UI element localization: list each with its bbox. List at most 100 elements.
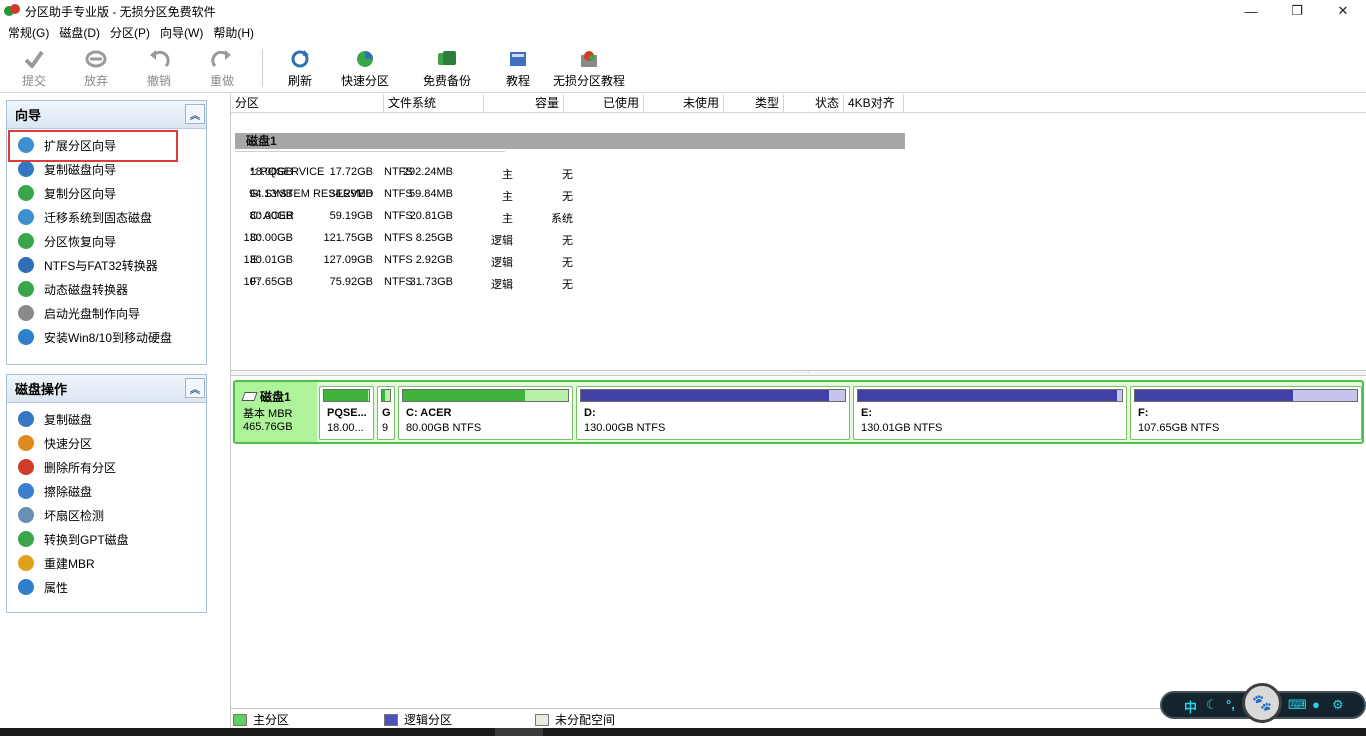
table-row[interactable]: E: NTFS 130.01GB 127.09GB 2.92GB 逻辑无 xyxy=(231,250,871,272)
col-filesystem[interactable]: 文件系统 xyxy=(384,94,484,113)
disk-op-item-7[interactable]: 属性 xyxy=(7,575,206,599)
minimize-button[interactable]: — xyxy=(1228,0,1274,22)
quick-partition-button[interactable]: 快速分区 xyxy=(325,43,405,91)
col-type[interactable]: 类型 xyxy=(724,94,784,113)
main-area: 分区 文件系统 容量 已使用 未使用 类型 状态 4KB对齐 磁盘1 *: PQ… xyxy=(230,94,1366,728)
usage-fill xyxy=(1135,390,1293,401)
wizard-item-3[interactable]: 迁移系统到固态磁盘 xyxy=(7,205,206,229)
table-row[interactable]: *: PQSERVICE NTFS 18.00GB 17.72GB 292.24MB 主无 xyxy=(231,162,871,184)
close-button[interactable]: ✕ xyxy=(1320,0,1366,22)
disk-operations-header: 磁盘操作 ︽ xyxy=(7,375,206,403)
redo-button[interactable]: 重做 xyxy=(194,43,250,91)
disk-op-item-2[interactable]: 删除所有分区 xyxy=(7,455,206,479)
discard-button[interactable]: 放弃 xyxy=(68,43,124,91)
rebuild-mbr-icon xyxy=(18,555,34,571)
legend-unallocated: 未分配空间 xyxy=(535,711,615,728)
quick-partition-icon xyxy=(354,49,376,69)
partition-block-size: 130.00GB NTFS xyxy=(584,422,666,434)
boot-cd-icon xyxy=(18,305,34,321)
wizard-item-label: 迁移系统到固态磁盘 xyxy=(44,210,153,225)
menu-general[interactable]: 常规(G) xyxy=(3,24,54,41)
partition-block[interactable]: E: 130.01GB NTFS xyxy=(853,386,1127,440)
partition-block-name: D: xyxy=(584,407,596,419)
wizard-item-4[interactable]: 分区恢复向导 xyxy=(7,229,206,253)
col-status[interactable]: 状态 xyxy=(784,94,844,113)
cell-status: 无 xyxy=(562,235,573,247)
table-row[interactable]: F: NTFS 107.65GB 75.92GB 31.73GB 逻辑无 xyxy=(231,272,871,294)
collapse-disk-ops-button[interactable]: ︽ xyxy=(185,378,205,398)
wizard-item-7[interactable]: 启动光盘制作向导 xyxy=(7,301,206,325)
disk-op-item-5[interactable]: 转换到GPT磁盘 xyxy=(7,527,206,551)
ime-toolbar-widget[interactable]: 中 ☾ °, 🐾 ⌨ ● ⚙ xyxy=(1160,683,1366,727)
usage-bar xyxy=(402,389,569,402)
taskbar-segment xyxy=(495,728,543,736)
legend-logical-swatch xyxy=(384,713,398,726)
menu-disk[interactable]: 磁盘(D) xyxy=(54,24,105,41)
disk-op-item-label: 转换到GPT磁盘 xyxy=(44,532,129,547)
disk-op-item-0[interactable]: 复制磁盘 xyxy=(7,407,206,431)
settings-icon[interactable]: ⚙ xyxy=(1332,697,1344,713)
wizard-item-label: 复制分区向导 xyxy=(44,186,117,201)
disk-op-item-1[interactable]: 快速分区 xyxy=(7,431,206,455)
cell-used: 127.09GB xyxy=(323,254,373,266)
usage-fill xyxy=(382,390,385,401)
free-backup-button[interactable]: 免费备份 xyxy=(405,43,489,91)
wizard-item-2[interactable]: 复制分区向导 xyxy=(7,181,206,205)
menu-help[interactable]: 帮助(H) xyxy=(208,24,259,41)
table-row[interactable]: G: SYSTEM RESERVED NTFS 94.13MB 34.29MB 59.8… xyxy=(231,184,871,206)
partition-block-name: C: ACER xyxy=(406,407,452,419)
undo-icon xyxy=(148,49,170,69)
tutorial-button[interactable]: 教程 xyxy=(489,43,547,91)
refresh-button[interactable]: 刷新 xyxy=(275,43,325,91)
undo-button[interactable]: 撤销 xyxy=(124,43,194,91)
cell-capacity: 80.00GB xyxy=(249,210,293,222)
cell-fs: NTFS xyxy=(384,276,413,288)
partition-block[interactable]: C: ACER 80.00GB NTFS xyxy=(398,386,573,440)
disk-op-item-3[interactable]: 擦除磁盘 xyxy=(7,479,206,503)
wizard-panel-title: 向导 xyxy=(15,108,42,123)
commit-button[interactable]: 提交 xyxy=(0,43,68,91)
col-partition[interactable]: 分区 xyxy=(231,94,384,113)
wipe-disk-icon xyxy=(18,483,34,499)
pane-splitter[interactable]: · · · · · xyxy=(231,370,1366,376)
lossless-tutorial-button[interactable]: 无损分区教程 xyxy=(547,43,631,91)
disk-group-header[interactable]: 磁盘1 xyxy=(235,133,905,149)
paw-icon[interactable]: 🐾 xyxy=(1242,683,1282,723)
menu-bar: 常规(G) 磁盘(D) 分区(P) 向导(W) 帮助(H) xyxy=(0,22,1366,43)
wizard-item-6[interactable]: 动态磁盘转换器 xyxy=(7,277,206,301)
cell-free: 59.84MB xyxy=(408,188,453,200)
table-row[interactable]: C: ACER NTFS 80.00GB 59.19GB 20.81GB 主系统 xyxy=(231,206,871,228)
disk-op-item-4[interactable]: 坏扇区检测 xyxy=(7,503,206,527)
col-used[interactable]: 已使用 xyxy=(564,94,644,113)
left-pane: 向导 ︽ 扩展分区向导 复制磁盘向导 复制分区向导 迁移系统到固态磁盘 分区恢复向导 NT… xyxy=(0,94,230,728)
keyboard-icon[interactable]: ⌨ xyxy=(1288,697,1307,713)
partition-block-name: G xyxy=(382,407,391,419)
partition-block[interactable]: F: 107.65GB NTFS xyxy=(1130,386,1362,440)
wizard-item-0[interactable]: 扩展分区向导 xyxy=(7,133,206,157)
menu-wizard[interactable]: 向导(W) xyxy=(155,24,208,41)
col-free[interactable]: 未使用 xyxy=(644,94,724,113)
partition-block[interactable]: G9 xyxy=(377,386,395,440)
wizard-item-1[interactable]: 复制磁盘向导 xyxy=(7,157,206,181)
table-row[interactable]: D: NTFS 130.00GB 121.75GB 8.25GB 逻辑无 xyxy=(231,228,871,250)
wizard-item-5[interactable]: NTFS与FAT32转换器 xyxy=(7,253,206,277)
partition-block[interactable]: PQSE... 18.00... xyxy=(319,386,374,440)
maximize-button[interactable]: ❐ xyxy=(1274,0,1320,22)
menu-partition[interactable]: 分区(P) xyxy=(105,24,155,41)
ime-chinese-label[interactable]: 中 xyxy=(1184,697,1197,716)
col-4k-align[interactable]: 4KB对齐 xyxy=(844,94,904,113)
collapse-wizard-button[interactable]: ︽ xyxy=(185,104,205,124)
disk-info[interactable]: 磁盘1 基本 MBR 465.76GB xyxy=(235,382,317,442)
punctuation-icon[interactable]: °, xyxy=(1226,697,1235,712)
disk-op-item-label: 属性 xyxy=(44,580,69,595)
wizard-panel-header: 向导 ︽ xyxy=(7,101,206,129)
user-icon[interactable]: ● xyxy=(1312,697,1320,712)
disk-op-item-6[interactable]: 重建MBR xyxy=(7,551,206,575)
col-capacity[interactable]: 容量 xyxy=(484,94,564,113)
partition-block-size: 107.65GB NTFS xyxy=(1138,422,1220,434)
partition-block[interactable]: D: 130.00GB NTFS xyxy=(576,386,850,440)
disk-map[interactable]: 磁盘1 基本 MBR 465.76GB PQSE... 18.00... G 9 C: … xyxy=(233,380,1364,444)
wizard-item-8[interactable]: 安装Win8/10到移动硬盘 xyxy=(7,325,206,349)
moon-icon[interactable]: ☾ xyxy=(1206,697,1218,713)
cell-fs: NTFS xyxy=(384,232,413,244)
